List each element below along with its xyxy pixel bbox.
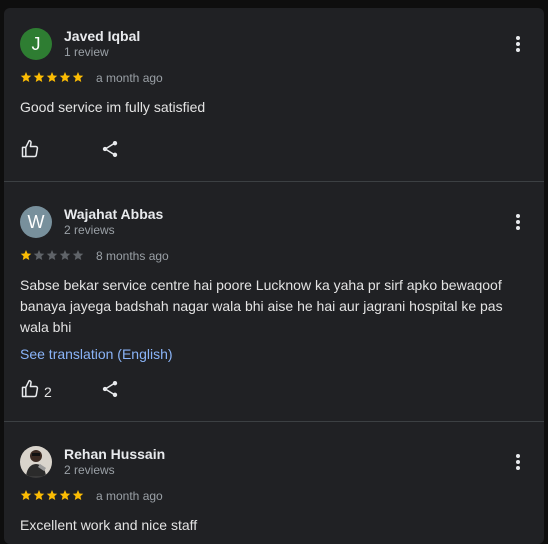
star-empty-icon [72, 250, 84, 260]
avatar[interactable] [20, 446, 52, 478]
star-filled-icon [59, 72, 71, 82]
reviewer-meta: 1 review [64, 45, 109, 59]
star-empty-icon [33, 250, 45, 260]
review-text: Excellent work and nice staff [20, 517, 198, 533]
share-button[interactable] [100, 379, 120, 404]
review-actions: 2 [20, 379, 118, 404]
avatar[interactable]: W [20, 206, 52, 238]
review-card: J Javed Iqbal 1 review a month ago Good … [4, 8, 544, 182]
review-card: Rehan Hussain 2 reviews a month ago Exce… [4, 422, 544, 544]
reviews-panel: J Javed Iqbal 1 review a month ago Good … [4, 8, 544, 544]
avatar[interactable]: J [20, 28, 52, 60]
review-text: Good service im fully satisfied [20, 99, 206, 115]
review-date: a month ago [96, 489, 163, 503]
star-filled-icon [72, 72, 84, 82]
reviewer-meta: 2 reviews [64, 223, 115, 237]
review-date: 8 months ago [96, 249, 169, 263]
reviewer-name[interactable]: Wajahat Abbas [64, 206, 163, 222]
see-translation-link[interactable]: See translation (English) [20, 346, 173, 362]
more-options-button[interactable] [512, 212, 524, 232]
more-options-button[interactable] [512, 452, 524, 472]
star-empty-icon [46, 250, 58, 260]
star-filled-icon [20, 490, 32, 500]
star-filled-icon [59, 490, 71, 500]
reviewer-meta: 2 reviews [64, 463, 115, 477]
star-filled-icon [46, 490, 58, 500]
star-filled-icon [33, 490, 45, 500]
star-filled-icon [33, 72, 45, 82]
share-icon [100, 141, 120, 163]
like-button[interactable] [20, 139, 40, 164]
star-empty-icon [59, 250, 71, 260]
more-options-button[interactable] [512, 34, 524, 54]
review-date: a month ago [96, 71, 163, 85]
star-rating [20, 249, 84, 261]
thumbs-up-icon [20, 379, 40, 404]
reviewer-name[interactable]: Rehan Hussain [64, 446, 165, 462]
reviewer-name[interactable]: Javed Iqbal [64, 28, 140, 44]
thumbs-up-icon [20, 139, 40, 164]
like-count: 2 [44, 383, 52, 400]
review-actions [20, 139, 118, 164]
star-filled-icon [20, 250, 32, 260]
star-rating [20, 489, 84, 501]
star-filled-icon [20, 72, 32, 82]
review-card: W Wajahat Abbas 2 reviews 8 months ago S… [4, 182, 544, 422]
like-button[interactable]: 2 [20, 379, 52, 404]
star-filled-icon [46, 72, 58, 82]
review-text: Sabse bekar service centre hai poore Luc… [20, 277, 503, 335]
share-button[interactable] [100, 139, 120, 164]
share-icon [100, 381, 120, 403]
star-filled-icon [72, 490, 84, 500]
star-rating [20, 71, 84, 83]
user-photo-icon [20, 446, 52, 478]
